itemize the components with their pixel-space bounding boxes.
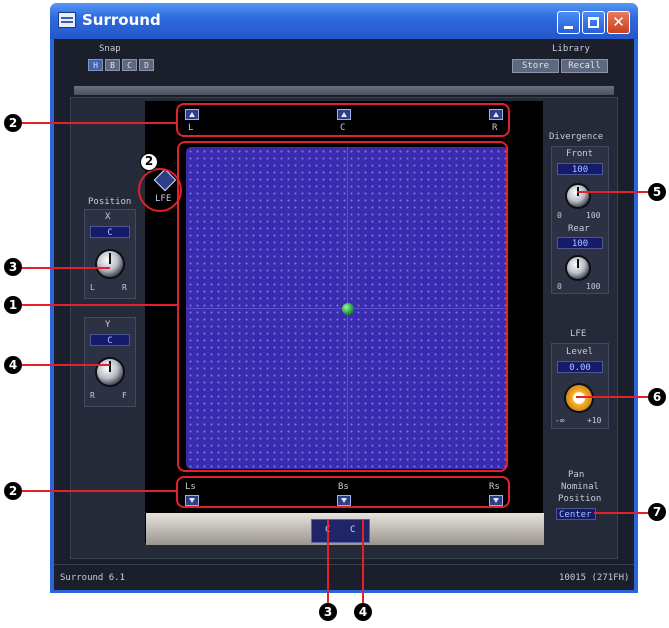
front-divergence-value[interactable]: 100 — [557, 163, 603, 175]
rear-divergence-value[interactable]: 100 — [557, 237, 603, 249]
front-max: 100 — [586, 211, 601, 220]
pan-grid-highlight — [177, 141, 508, 472]
divergence-panel: Front 100 0 100 Rear 100 0 100 — [551, 146, 609, 294]
pan-label-line1: Pan — [568, 470, 585, 480]
divergence-label: Divergence — [549, 132, 604, 142]
callout-line-4-left — [20, 364, 110, 366]
callout-line-2-bottom — [20, 490, 177, 492]
callout-badge-7: 7 — [648, 503, 666, 521]
x-value[interactable]: C — [90, 226, 130, 238]
front-divergence-knob[interactable] — [567, 185, 589, 207]
maximize-button[interactable] — [582, 11, 605, 34]
library-label: Library — [552, 44, 590, 54]
app-icon — [58, 12, 76, 28]
callout-line-2-top — [20, 122, 177, 124]
y-knob[interactable] — [97, 359, 123, 385]
position-y-panel: Y C R F — [84, 317, 136, 407]
y-min: R — [90, 391, 95, 400]
y-readout: C — [350, 525, 356, 535]
callout-line-3-bottom — [327, 519, 329, 603]
snap-button-c[interactable]: C — [122, 59, 137, 71]
close-button[interactable]: ✕ — [607, 11, 630, 34]
callout-badge-2-top: 2 — [4, 114, 22, 132]
callout-line-4-bottom — [362, 519, 364, 603]
callout-line-1 — [20, 304, 178, 306]
window-title: Surround — [82, 11, 161, 29]
callout-badge-6: 6 — [648, 388, 666, 406]
y-value[interactable]: C — [90, 334, 130, 346]
callout-badge-2-bottom: 2 — [4, 482, 22, 500]
callout-line-6 — [576, 396, 649, 398]
snap-button-b[interactable]: B — [105, 59, 120, 71]
lfe-speaker-highlight — [138, 168, 182, 212]
callout-badge-5: 5 — [648, 183, 666, 201]
close-icon: ✕ — [612, 13, 625, 31]
minimize-button[interactable] — [557, 11, 580, 34]
title-bar[interactable]: Surround ✕ — [50, 3, 638, 39]
lfe-level-value[interactable]: 0.00 — [557, 361, 603, 373]
store-button[interactable]: Store — [512, 59, 559, 73]
rear-label: Rear — [568, 224, 590, 234]
maximize-icon — [588, 17, 599, 28]
lfe-max: +10 — [587, 416, 602, 425]
rear-min: 0 — [557, 282, 562, 291]
status-bar: Surround 6.1 10015 (271FH) — [54, 564, 634, 590]
snap-label: Snap — [99, 44, 121, 54]
callout-badge-2-lfe: 2 — [140, 153, 158, 171]
position-label: Position — [88, 197, 132, 207]
y-max: F — [122, 391, 127, 400]
pan-nominal-position-value[interactable]: Center — [556, 508, 596, 520]
front-label: Front — [566, 149, 594, 159]
lfe-level-label: Level — [566, 347, 594, 357]
callout-line-7 — [594, 512, 649, 514]
callout-line-3-left — [20, 267, 110, 269]
rear-divergence-knob[interactable] — [567, 257, 589, 279]
callout-line-5 — [577, 191, 649, 193]
x-max: R — [122, 283, 127, 292]
x-knob[interactable] — [97, 251, 123, 277]
lfe-min: -∞ — [555, 416, 565, 425]
callout-badge-4-bottom: 4 — [354, 603, 372, 621]
callout-badge-3-left: 3 — [4, 258, 22, 276]
minimize-icon — [564, 26, 573, 29]
lfe-level-knob[interactable] — [566, 385, 592, 411]
snap-button-d[interactable]: D — [139, 59, 154, 71]
front-speakers-highlight — [176, 103, 510, 137]
top-separator — [74, 86, 614, 95]
lfe-panel: Level 0.00 -∞ +10 — [551, 343, 609, 429]
pan-label-line3: Position — [558, 494, 602, 504]
x-min: L — [90, 283, 95, 292]
rear-speakers-highlight — [176, 476, 510, 508]
rear-max: 100 — [586, 282, 601, 291]
y-label: Y — [105, 320, 111, 330]
status-right: 10015 (271FH) — [559, 573, 630, 583]
lfe-label: LFE — [570, 329, 587, 339]
callout-badge-4-left: 4 — [4, 356, 22, 374]
callout-badge-3-bottom: 3 — [319, 603, 337, 621]
position-x-panel: X C L R — [84, 209, 136, 299]
pan-label-line2: Nominal — [561, 482, 599, 492]
callout-badge-1: 1 — [4, 296, 22, 314]
status-left: Surround 6.1 — [60, 573, 126, 583]
front-min: 0 — [557, 211, 562, 220]
snap-button-h[interactable]: H — [88, 59, 103, 71]
x-label: X — [105, 212, 111, 222]
recall-button[interactable]: Recall — [561, 59, 608, 73]
